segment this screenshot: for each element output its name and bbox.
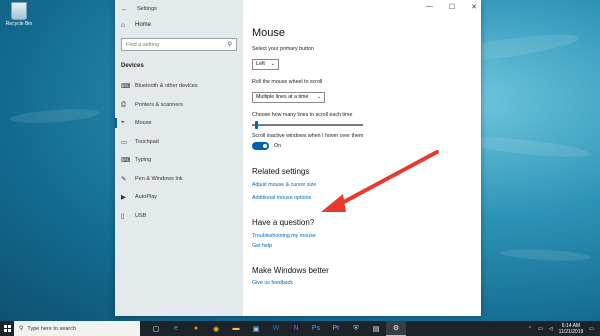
onenote-icon[interactable]: N [286, 321, 306, 336]
premiere-icon[interactable]: Pr [326, 321, 346, 336]
task-view-icon[interactable]: ▢ [146, 321, 166, 336]
defender-icon[interactable]: ⛨ [346, 321, 366, 336]
search-icon: ⚲ [19, 326, 24, 332]
arrow-shaft [338, 150, 439, 206]
windows-logo-icon [3, 325, 11, 332]
firefox-icon[interactable]: ● [186, 321, 206, 336]
arrowhead [321, 194, 346, 212]
word-icon[interactable]: W [266, 321, 286, 336]
network-icon[interactable]: ▭ [538, 326, 543, 332]
system-tray: ⌃ ▭ ◁ 6:14 AM 11/21/2019 ▭ [528, 321, 594, 336]
start-button[interactable] [0, 321, 14, 336]
terminal-icon[interactable]: ▤ [366, 321, 386, 336]
annotation-arrow [321, 150, 439, 212]
clock-time: 6:14 AM [561, 322, 581, 329]
clock[interactable]: 6:14 AM 11/21/2019 [559, 323, 584, 335]
taskbar: ⚲ Type here to search ▢ e ● ◉ ▬ ▣ W N Ps… [0, 321, 600, 336]
clock-date: 11/21/2019 [558, 328, 584, 335]
taskbar-search[interactable]: ⚲ Type here to search [14, 321, 140, 336]
taskbar-search-placeholder: Type here to search [27, 325, 77, 332]
file-explorer-icon[interactable]: ▬ [226, 321, 246, 336]
volume-icon[interactable]: ◁ [549, 326, 553, 332]
notifications-icon[interactable]: ▭ [589, 326, 594, 332]
store-icon[interactable]: ▣ [246, 321, 266, 336]
chrome-icon[interactable]: ◉ [206, 321, 226, 336]
chevron-up-icon[interactable]: ⌃ [528, 326, 532, 332]
photoshop-icon[interactable]: Ps [306, 321, 326, 336]
settings-icon[interactable]: ⚙ [386, 321, 406, 336]
edge-icon[interactable]: e [166, 321, 186, 336]
